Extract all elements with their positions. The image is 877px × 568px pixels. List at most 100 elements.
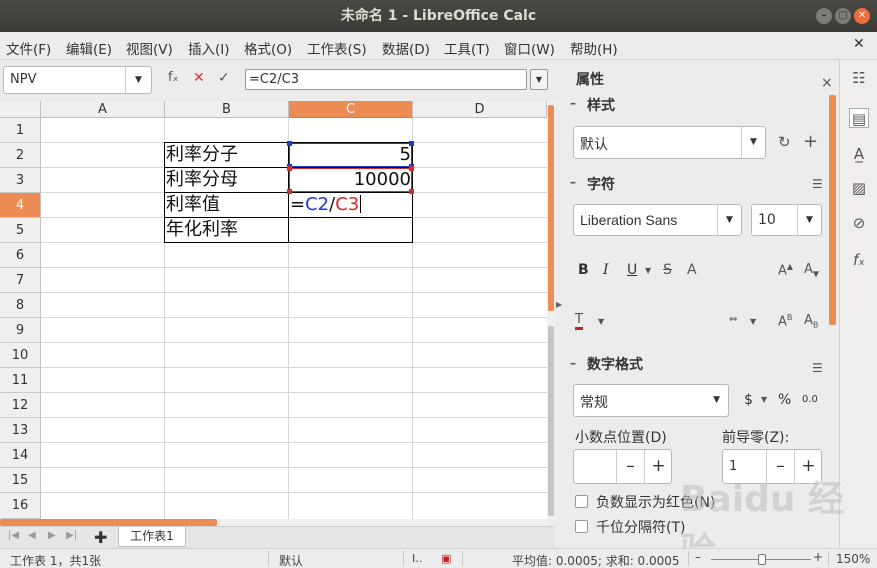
sidebar-splitter[interactable]: ▶ [555, 60, 563, 548]
sidebar-scrollbar[interactable] [829, 95, 836, 325]
vertical-scroll-thumb[interactable] [548, 105, 554, 311]
column-header-d[interactable]: D [413, 101, 547, 118]
menu-edit[interactable]: 编辑(E) [66, 38, 112, 58]
menu-view[interactable]: 视图(V) [126, 38, 173, 58]
column-header-b[interactable]: B [165, 101, 289, 118]
gallery-icon[interactable]: ▨ [849, 178, 869, 198]
row-header[interactable]: 2 [0, 143, 41, 168]
row-header[interactable]: 13 [0, 418, 41, 443]
row-header[interactable]: 15 [0, 468, 41, 493]
chevron-down-icon[interactable]: ▼ [761, 395, 767, 404]
more-options-icon[interactable]: ☰ [812, 177, 823, 191]
menu-insert[interactable]: 插入(I) [188, 38, 230, 58]
function-wizard-icon[interactable]: fₓ [168, 70, 178, 85]
menu-tools[interactable]: 工具(T) [444, 38, 490, 58]
vertical-scrollbar[interactable] [547, 101, 555, 519]
navigator-icon[interactable]: ⊘ [849, 213, 869, 233]
page-style[interactable]: 默认 [279, 552, 303, 568]
cell-b2[interactable]: 利率分子 [166, 143, 238, 167]
cell-b3[interactable]: 利率分母 [166, 168, 238, 192]
menu-data[interactable]: 数据(D) [382, 38, 430, 58]
strikethrough-icon[interactable]: S [663, 262, 672, 278]
formula-input[interactable]: =C2/C3 [245, 69, 527, 90]
thousands-separator-checkbox[interactable] [575, 520, 588, 533]
last-sheet-icon[interactable]: ▶| [66, 530, 77, 541]
styles-icon[interactable]: A̲ [849, 144, 869, 164]
minimize-button[interactable]: – [816, 8, 832, 24]
zoom-slider-thumb[interactable] [758, 554, 766, 565]
close-sidebar-icon[interactable]: × [821, 75, 833, 91]
selection-summary[interactable]: 平均值: 0.0005; 求和: 0.0005 [512, 552, 680, 568]
row-header[interactable]: 10 [0, 343, 41, 368]
row-header[interactable]: 11 [0, 368, 41, 393]
row-header[interactable]: 9 [0, 318, 41, 343]
collapse-icon[interactable]: – [570, 356, 576, 370]
cell-c3[interactable]: 10000 [290, 168, 411, 192]
italic-icon[interactable]: I [603, 262, 609, 278]
row-header[interactable]: 5 [0, 218, 41, 243]
first-sheet-icon[interactable]: |◀ [8, 530, 19, 541]
sidebar-settings-icon[interactable]: ☷ [849, 68, 869, 88]
add-sheet-icon[interactable]: ✚ [94, 528, 107, 547]
styles-section-header[interactable]: 样式 [587, 95, 615, 115]
shadow-icon[interactable]: A [687, 262, 697, 278]
row-header[interactable]: 8 [0, 293, 41, 318]
font-name-dropdown[interactable]: Liberation Sans ▼ [573, 204, 742, 236]
menu-file[interactable]: 文件(F) [6, 38, 51, 58]
collapse-icon[interactable]: – [570, 175, 576, 189]
select-all-corner[interactable] [0, 101, 41, 118]
more-options-icon[interactable]: ☰ [812, 361, 823, 375]
collapse-sidebar-icon[interactable]: ▶ [556, 300, 562, 309]
zoom-level[interactable]: 150% [836, 552, 870, 566]
decimal-places-stepper[interactable]: – + [573, 449, 672, 484]
chevron-down-icon[interactable]: ▼ [598, 317, 604, 326]
subscript-icon[interactable]: AB [804, 313, 818, 330]
underline-icon[interactable]: U [627, 262, 637, 278]
functions-icon[interactable]: fₓ [849, 250, 869, 270]
currency-format-button[interactable]: $ [744, 392, 753, 408]
row-header[interactable]: 12 [0, 393, 41, 418]
row-header[interactable]: 7 [0, 268, 41, 293]
row-header[interactable]: 1 [0, 118, 41, 143]
cell-c4-editing[interactable]: =C2/C3 [290, 193, 362, 217]
increment-button[interactable]: + [644, 450, 672, 483]
row-header[interactable]: 3 [0, 168, 41, 193]
style-dropdown[interactable]: 默认 ▼ [573, 126, 766, 159]
new-style-icon[interactable]: + [803, 131, 818, 152]
superscript-icon[interactable]: AB [778, 313, 792, 329]
row-header-selected[interactable]: 4 [0, 193, 41, 218]
character-section-header[interactable]: 字符 [587, 174, 615, 194]
previous-sheet-icon[interactable]: ◀ [28, 530, 36, 541]
collapse-icon[interactable]: – [570, 96, 576, 110]
menu-window[interactable]: 窗口(W) [504, 38, 555, 58]
increase-font-icon[interactable]: A▲ [778, 262, 793, 278]
horizontal-scrollbar[interactable] [217, 519, 547, 526]
name-box[interactable]: NPV ▼ [3, 66, 152, 94]
row-header[interactable]: 6 [0, 243, 41, 268]
column-header-a[interactable]: A [41, 101, 165, 118]
menu-help[interactable]: 帮助(H) [570, 38, 618, 58]
chevron-down-icon[interactable]: ▼ [750, 317, 756, 326]
document-modified-icon[interactable]: ▣ [441, 552, 451, 565]
row-header[interactable]: 16 [0, 493, 41, 519]
cell-c2[interactable]: 5 [290, 143, 411, 167]
chevron-down-icon[interactable]: ▼ [125, 67, 151, 93]
close-document-icon[interactable]: ✕ [853, 36, 865, 52]
bold-icon[interactable]: B [578, 262, 589, 278]
decrease-font-icon[interactable]: A▼ [804, 262, 819, 279]
decrement-button[interactable]: – [616, 450, 644, 483]
properties-icon[interactable]: ▤ [849, 108, 869, 128]
menu-format[interactable]: 格式(O) [244, 38, 292, 58]
negative-red-checkbox[interactable] [575, 495, 588, 508]
font-size-dropdown[interactable]: 10 ▼ [751, 204, 822, 236]
horizontal-scroll-thumb[interactable] [0, 519, 217, 526]
cell-grid[interactable]: 利率分子 利率分母 利率值 年化利率 5 10000 =C2/C3 [41, 118, 547, 519]
accept-icon[interactable]: ✓ [218, 70, 230, 86]
character-spacing-icon[interactable]: ⇔ [729, 314, 737, 325]
chevron-down-icon[interactable]: ▼ [645, 266, 651, 275]
zoom-in-button[interactable]: + [813, 550, 823, 564]
number-format-section-header[interactable]: 数字格式 [587, 354, 643, 374]
decimal-format-button[interactable]: 0.0 [802, 394, 818, 405]
row-header[interactable]: 14 [0, 443, 41, 468]
percent-format-button[interactable]: % [778, 392, 791, 408]
